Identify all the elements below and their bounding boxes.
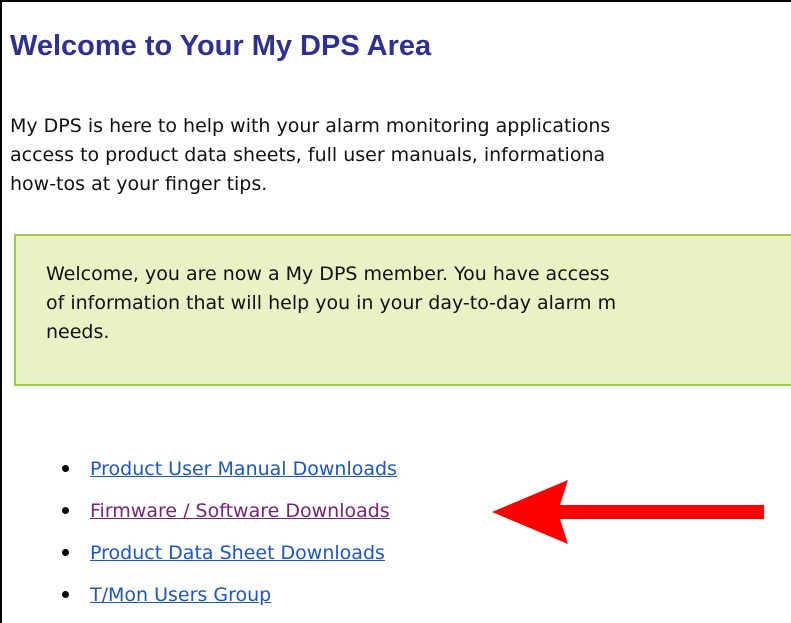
intro-line: how-tos at your finger tips. [10,173,268,195]
red-arrow-left-icon [492,480,764,544]
intro-paragraph: My DPS is here to help with your alarm m… [10,112,791,199]
bullet-icon [62,549,69,556]
list-item: Product User Manual Downloads [60,454,397,496]
welcome-line: Welcome, you are now a My DPS member. Yo… [46,263,610,285]
bullet-icon [62,465,69,472]
welcome-line: needs. [46,321,110,343]
bullet-icon [62,591,69,598]
list-item: T/Mon Users Group [60,580,397,622]
link-product-user-manual-downloads[interactable]: Product User Manual Downloads [90,458,397,480]
link-product-data-sheet-downloads[interactable]: Product Data Sheet Downloads [90,542,385,564]
welcome-message: Welcome, you are now a My DPS member. Yo… [46,260,791,347]
link-tmon-users-group[interactable]: T/Mon Users Group [90,584,271,606]
list-item: Product Data Sheet Downloads [60,538,397,580]
intro-line: My DPS is here to help with your alarm m… [10,115,611,137]
intro-line: access to product data sheets, full user… [10,144,606,166]
welcome-line: of information that will help you in you… [46,292,617,314]
page-frame: Welcome to Your My DPS Area My DPS is he… [0,0,791,623]
link-firmware-software-downloads[interactable]: Firmware / Software Downloads [90,500,390,522]
downloads-link-list: Product User Manual Downloads Firmware /… [60,454,397,622]
page-title: Welcome to Your My DPS Area [10,30,432,62]
bullet-icon [62,507,69,514]
list-item: Firmware / Software Downloads [60,496,397,538]
